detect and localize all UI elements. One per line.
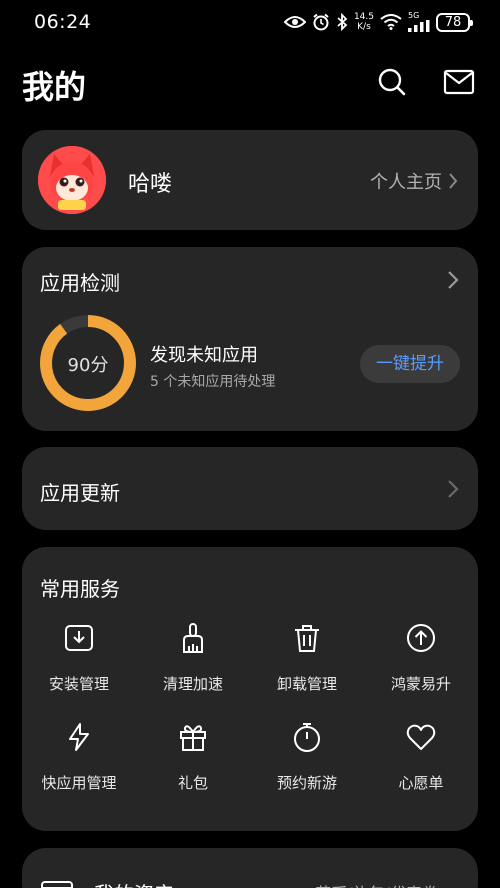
net-speed-unit: K/s <box>357 22 371 32</box>
broom-icon <box>176 621 210 655</box>
service-label: 清理加速 <box>162 675 223 693</box>
network-type: 5G <box>408 11 420 20</box>
my-assets-card[interactable]: 我的资产 花币/礼包/代表券 <box>22 848 478 888</box>
fox-avatar-icon <box>38 146 106 214</box>
status-icons: 14.5 K/s 5G 78 <box>283 12 473 32</box>
service-install-manager[interactable]: 安装管理 <box>22 621 136 694</box>
my-assets-title: 我的资产 <box>94 878 174 888</box>
page-header: 我的 <box>0 56 500 112</box>
heart-icon <box>404 720 438 754</box>
stopwatch-icon <box>290 720 324 754</box>
common-services-card: 常用服务 安装管理 清理加速 卸载管理 鸿蒙易升 快应用管理 礼包 预约新游 心… <box>22 547 478 831</box>
score-value: 90分 <box>67 355 109 376</box>
upgrade-icon <box>404 621 438 655</box>
mail-icon[interactable] <box>443 66 475 98</box>
service-uninstall-manager[interactable]: 卸载管理 <box>250 621 364 694</box>
status-time: 06:24 <box>34 11 92 33</box>
service-quick-app-manager[interactable]: 快应用管理 <box>22 720 136 793</box>
eye-icon <box>283 16 306 28</box>
gift-icon <box>176 720 210 754</box>
search-icon[interactable] <box>376 66 408 98</box>
cell-signal: 5G <box>408 12 430 32</box>
chevron-right-icon[interactable] <box>446 270 460 290</box>
page-title: 我的 <box>22 68 87 106</box>
one-click-boost-button[interactable]: 一键提升 <box>360 345 460 383</box>
trash-icon <box>290 621 324 655</box>
service-label: 快应用管理 <box>41 774 117 792</box>
service-label: 礼包 <box>177 774 208 792</box>
app-check-title: 应用检测 <box>40 271 120 295</box>
username: 哈喽 <box>128 172 173 197</box>
app-update-title: 应用更新 <box>40 481 120 505</box>
install-icon <box>62 621 96 655</box>
profile-card[interactable]: 哈喽 个人主页 <box>22 130 478 230</box>
service-label: 安装管理 <box>48 675 109 693</box>
service-gift-pack[interactable]: 礼包 <box>136 720 250 793</box>
my-assets-subtitle: 花币/礼包/代表券 <box>315 880 438 888</box>
wallet-icon <box>41 881 73 888</box>
service-harmony-upgrade[interactable]: 鸿蒙易升 <box>364 621 478 694</box>
service-clean-speedup[interactable]: 清理加速 <box>136 621 250 694</box>
service-wishlist[interactable]: 心愿单 <box>364 720 478 793</box>
net-speed-value: 14.5 <box>353 12 374 22</box>
alarm-icon <box>313 13 329 31</box>
wifi-icon <box>380 14 402 30</box>
services-grid: 安装管理 清理加速 卸载管理 鸿蒙易升 快应用管理 礼包 预约新游 心愿单 <box>22 621 478 793</box>
app-update-card[interactable]: 应用更新 <box>22 447 478 530</box>
app-check-card[interactable]: 应用检测 90分 发现未知应用 5 个未知应用待处理 一键提升 <box>22 247 478 431</box>
net-speed: 14.5 K/s <box>354 12 374 32</box>
lightning-icon <box>62 720 96 754</box>
service-label: 鸿蒙易升 <box>390 675 451 693</box>
service-label: 预约新游 <box>276 774 337 792</box>
services-title: 常用服务 <box>40 577 120 601</box>
battery-indicator: 78 <box>436 12 473 32</box>
avatar[interactable] <box>38 146 106 214</box>
signal-icon <box>408 20 430 32</box>
service-label: 心愿单 <box>398 774 444 792</box>
chevron-right-icon <box>449 173 458 189</box>
check-subtitle: 5 个未知应用待处理 <box>150 374 276 390</box>
check-headline: 发现未知应用 <box>150 345 258 366</box>
service-reserve-new-games[interactable]: 预约新游 <box>250 720 364 793</box>
bluetooth-icon <box>337 13 348 31</box>
personal-home-label: 个人主页 <box>370 172 442 193</box>
personal-home-link[interactable]: 个人主页 <box>370 168 458 194</box>
chevron-right-icon <box>448 480 459 498</box>
status-bar: 06:24 14.5 K/s 5G 78 <box>0 0 500 46</box>
service-label: 卸载管理 <box>276 675 337 693</box>
